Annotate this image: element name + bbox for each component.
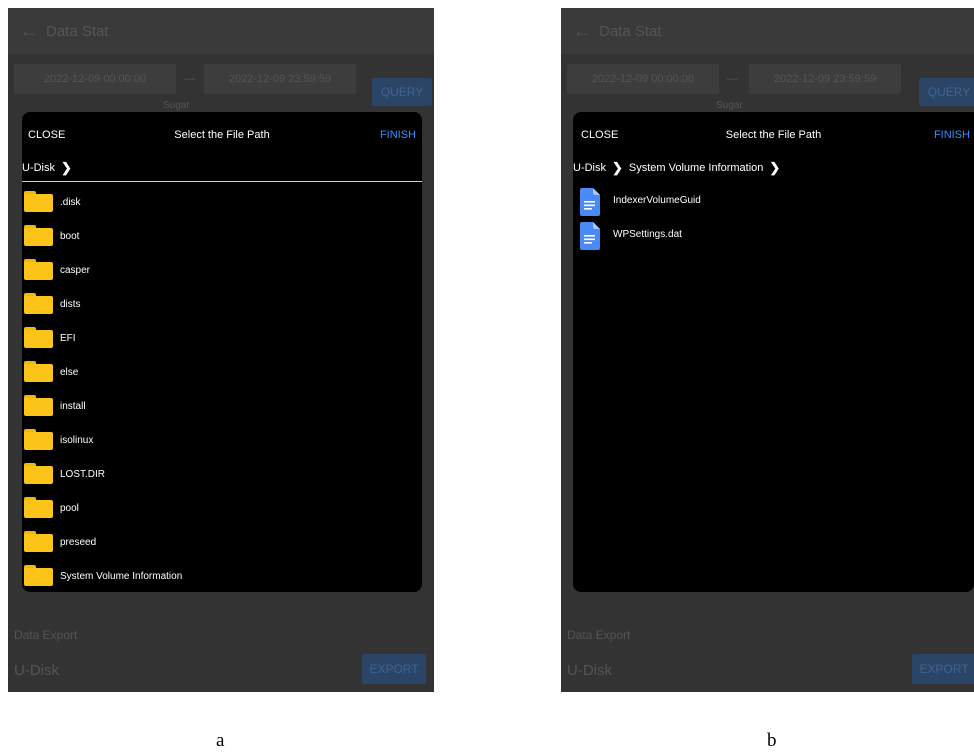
export-section-label: Data Export bbox=[14, 628, 78, 642]
screen-b: ← Data Stat 2022-12-09 00:00:00 — 2022-1… bbox=[561, 8, 974, 692]
chevron-right-icon: ❯ bbox=[769, 160, 781, 175]
folder-icon bbox=[24, 191, 53, 212]
breadcrumb-item[interactable]: U-Disk bbox=[573, 162, 606, 174]
dialog-title: Select the File Path bbox=[174, 129, 270, 141]
folder-item[interactable]: .disk bbox=[22, 186, 422, 220]
breadcrumb: U-Disk ❯ bbox=[22, 160, 78, 176]
file-list: .disk boot casper dists EFI else install… bbox=[22, 186, 422, 592]
file-item[interactable]: IndexerVolumeGuid bbox=[573, 186, 974, 220]
finish-button[interactable]: FINISH bbox=[934, 129, 970, 141]
folder-name: casper bbox=[60, 265, 91, 276]
folder-icon bbox=[24, 565, 53, 586]
file-item[interactable]: WPSettings.dat bbox=[573, 220, 974, 254]
file-list: IndexerVolumeGuid WPSettings.dat bbox=[573, 186, 974, 254]
export-section-label: Data Export bbox=[567, 628, 631, 642]
folder-icon bbox=[24, 395, 53, 416]
folder-icon bbox=[24, 293, 53, 314]
folder-name: pool bbox=[60, 503, 79, 514]
export-target: U-Disk bbox=[567, 662, 612, 679]
folder-name: .disk bbox=[60, 197, 81, 208]
document-icon bbox=[580, 222, 600, 250]
file-path-dialog: CLOSE Select the File Path FINISH U-Disk… bbox=[22, 112, 422, 592]
folder-item[interactable]: pool bbox=[22, 492, 422, 526]
finish-button[interactable]: FINISH bbox=[380, 129, 416, 141]
file-name: WPSettings.dat bbox=[613, 229, 682, 240]
end-date-field[interactable]: 2022-12-09 23:59:59 bbox=[749, 64, 901, 94]
folder-name: install bbox=[60, 401, 86, 412]
folder-icon bbox=[24, 327, 53, 348]
folder-name: dists bbox=[60, 299, 81, 310]
export-button[interactable]: EXPORT bbox=[362, 654, 426, 684]
folder-icon bbox=[24, 259, 53, 280]
folder-icon bbox=[24, 225, 53, 246]
folder-name: boot bbox=[60, 231, 80, 242]
folder-icon bbox=[24, 531, 53, 552]
folder-name: EFI bbox=[60, 333, 76, 344]
folder-name: LOST.DIR bbox=[60, 469, 106, 480]
folder-icon bbox=[24, 429, 53, 450]
date-separator: — bbox=[184, 73, 195, 85]
query-button[interactable]: QUERY bbox=[372, 78, 432, 106]
back-arrow-icon[interactable]: ← bbox=[573, 21, 591, 42]
breadcrumb-item[interactable]: System Volume Information bbox=[629, 162, 764, 174]
file-path-dialog: CLOSE Select the File Path FINISH U-Disk… bbox=[573, 112, 974, 592]
chevron-right-icon: ❯ bbox=[612, 160, 623, 175]
folder-name: preseed bbox=[60, 537, 97, 548]
folder-item[interactable]: LOST.DIR bbox=[22, 458, 422, 492]
date-separator: — bbox=[727, 73, 738, 85]
caption-a: a bbox=[216, 730, 225, 751]
folder-item[interactable]: preseed bbox=[22, 526, 422, 560]
file-name: IndexerVolumeGuid bbox=[613, 195, 701, 206]
folder-name: isolinux bbox=[60, 435, 94, 446]
folder-icon bbox=[24, 497, 53, 518]
query-button[interactable]: QUERY bbox=[919, 78, 974, 106]
folder-icon bbox=[24, 361, 53, 382]
folder-name: System Volume Information bbox=[60, 571, 183, 582]
app-title: Data Stat bbox=[599, 23, 662, 40]
export-button[interactable]: EXPORT bbox=[912, 654, 974, 684]
folder-item[interactable]: install bbox=[22, 390, 422, 424]
folder-item[interactable]: EFI bbox=[22, 322, 422, 356]
folder-item[interactable]: isolinux bbox=[22, 424, 422, 458]
folder-item[interactable]: System Volume Information bbox=[22, 560, 422, 592]
folder-item[interactable]: boot bbox=[22, 220, 422, 254]
breadcrumb-item[interactable]: U-Disk bbox=[22, 162, 55, 174]
folder-item[interactable]: casper bbox=[22, 254, 422, 288]
breadcrumb: U-Disk ❯ System Volume Information ❯ bbox=[573, 160, 786, 176]
folder-item[interactable]: dists bbox=[22, 288, 422, 322]
chevron-right-icon: ❯ bbox=[61, 160, 72, 175]
export-target: U-Disk bbox=[14, 662, 59, 679]
folder-name: else bbox=[60, 367, 79, 378]
end-date-field[interactable]: 2022-12-09 23:59:59 bbox=[204, 64, 356, 94]
start-date-field[interactable]: 2022-12-09 00:00:00 bbox=[14, 64, 176, 94]
divider bbox=[22, 181, 422, 182]
folder-item[interactable]: else bbox=[22, 356, 422, 390]
caption-b: b bbox=[767, 730, 777, 751]
back-arrow-icon[interactable]: ← bbox=[20, 21, 38, 42]
start-date-field[interactable]: 2022-12-09 00:00:00 bbox=[567, 64, 719, 94]
screen-a: ← Data Stat 2022-12-09 00:00:00 — 2022-1… bbox=[8, 8, 434, 692]
document-icon bbox=[580, 188, 600, 216]
folder-icon bbox=[24, 463, 53, 484]
app-title: Data Stat bbox=[46, 23, 109, 40]
dialog-title: Select the File Path bbox=[725, 129, 822, 141]
